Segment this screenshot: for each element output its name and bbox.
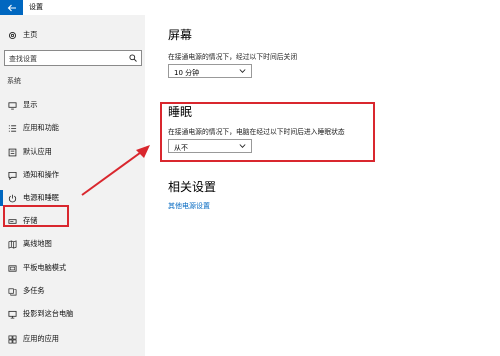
map-icon bbox=[7, 239, 17, 249]
sidebar-item-project[interactable]: 投影到这台电脑 bbox=[0, 304, 145, 324]
sidebar-item-multitasking[interactable]: 多任务 bbox=[0, 281, 145, 301]
sidebar-item-apps[interactable]: 应用的应用 bbox=[0, 329, 145, 349]
sidebar-item-tablet-mode[interactable]: 平板电脑模式 bbox=[0, 258, 145, 278]
sidebar: 主页 查找设置 系统 显示 应用和功能 默认应用 通知和操作 电源和睡眠 存储 … bbox=[0, 15, 145, 356]
sidebar-item-label: 显示 bbox=[23, 100, 38, 109]
search-placeholder: 查找设置 bbox=[9, 55, 37, 63]
main-content: 屏幕 在接通电源的情况下，经过以下时间后关闭 10 分钟 睡眠 在接通电源的情况… bbox=[145, 15, 500, 356]
sidebar-item-label: 离线地图 bbox=[23, 239, 52, 248]
sidebar-item-label: 应用的应用 bbox=[23, 334, 59, 343]
sidebar-item-label: 电源和睡眠 bbox=[23, 193, 59, 202]
chevron-down-icon bbox=[239, 144, 246, 148]
window-title: 设置 bbox=[29, 3, 43, 11]
sleep-timeout-dropdown[interactable]: 从不 bbox=[168, 139, 252, 153]
sidebar-item-label: 应用和功能 bbox=[23, 123, 59, 132]
monitor-icon bbox=[7, 100, 17, 110]
chevron-down-icon bbox=[239, 69, 246, 73]
default-apps-icon bbox=[7, 147, 17, 157]
section-label-system: 系统 bbox=[7, 77, 21, 85]
dropdown-value: 10 分钟 bbox=[174, 68, 200, 77]
sidebar-item-label: 多任务 bbox=[23, 286, 45, 295]
sidebar-item-label: 默认应用 bbox=[23, 147, 52, 156]
list-icon bbox=[7, 123, 17, 133]
sidebar-item-label: 主页 bbox=[23, 30, 38, 39]
back-button[interactable] bbox=[0, 0, 23, 15]
screen-timeout-dropdown[interactable]: 10 分钟 bbox=[168, 64, 252, 78]
sidebar-item-apps-features[interactable]: 应用和功能 bbox=[0, 118, 145, 138]
related-settings-heading: 相关设置 bbox=[168, 180, 217, 194]
sleep-heading: 睡眠 bbox=[168, 105, 193, 119]
multitask-icon bbox=[7, 286, 17, 296]
screen-heading: 屏幕 bbox=[168, 28, 193, 42]
back-arrow-icon bbox=[7, 4, 16, 11]
project-icon bbox=[7, 309, 17, 319]
dropdown-value: 从不 bbox=[174, 143, 188, 152]
power-icon bbox=[7, 193, 17, 203]
sidebar-item-label: 平板电脑模式 bbox=[23, 263, 67, 272]
annotation-highlight-box bbox=[3, 205, 69, 227]
tablet-icon bbox=[7, 263, 17, 273]
gear-icon bbox=[7, 30, 17, 40]
sidebar-item-notifications[interactable]: 通知和操作 bbox=[0, 165, 145, 185]
search-icon bbox=[129, 54, 137, 62]
screen-description: 在接通电源的情况下，经过以下时间后关闭 bbox=[168, 53, 298, 61]
sidebar-item-label: 通知和操作 bbox=[23, 170, 59, 179]
sidebar-item-default-apps[interactable]: 默认应用 bbox=[0, 142, 145, 162]
search-input[interactable]: 查找设置 bbox=[4, 50, 142, 66]
sidebar-item-display[interactable]: 显示 bbox=[0, 95, 145, 115]
notification-icon bbox=[7, 170, 17, 180]
sidebar-item-label: 投影到这台电脑 bbox=[23, 309, 74, 318]
active-indicator bbox=[0, 190, 3, 206]
title-bar: 设置 bbox=[0, 0, 500, 15]
sidebar-item-home[interactable]: 主页 bbox=[0, 25, 145, 45]
apps-icon bbox=[7, 334, 17, 344]
additional-power-settings-link[interactable]: 其他电源设置 bbox=[168, 201, 210, 211]
sidebar-item-offline-maps[interactable]: 离线地图 bbox=[0, 234, 145, 254]
sleep-description: 在接通电源的情况下，电脑在经过以下时间后进入睡眠状态 bbox=[168, 128, 345, 136]
